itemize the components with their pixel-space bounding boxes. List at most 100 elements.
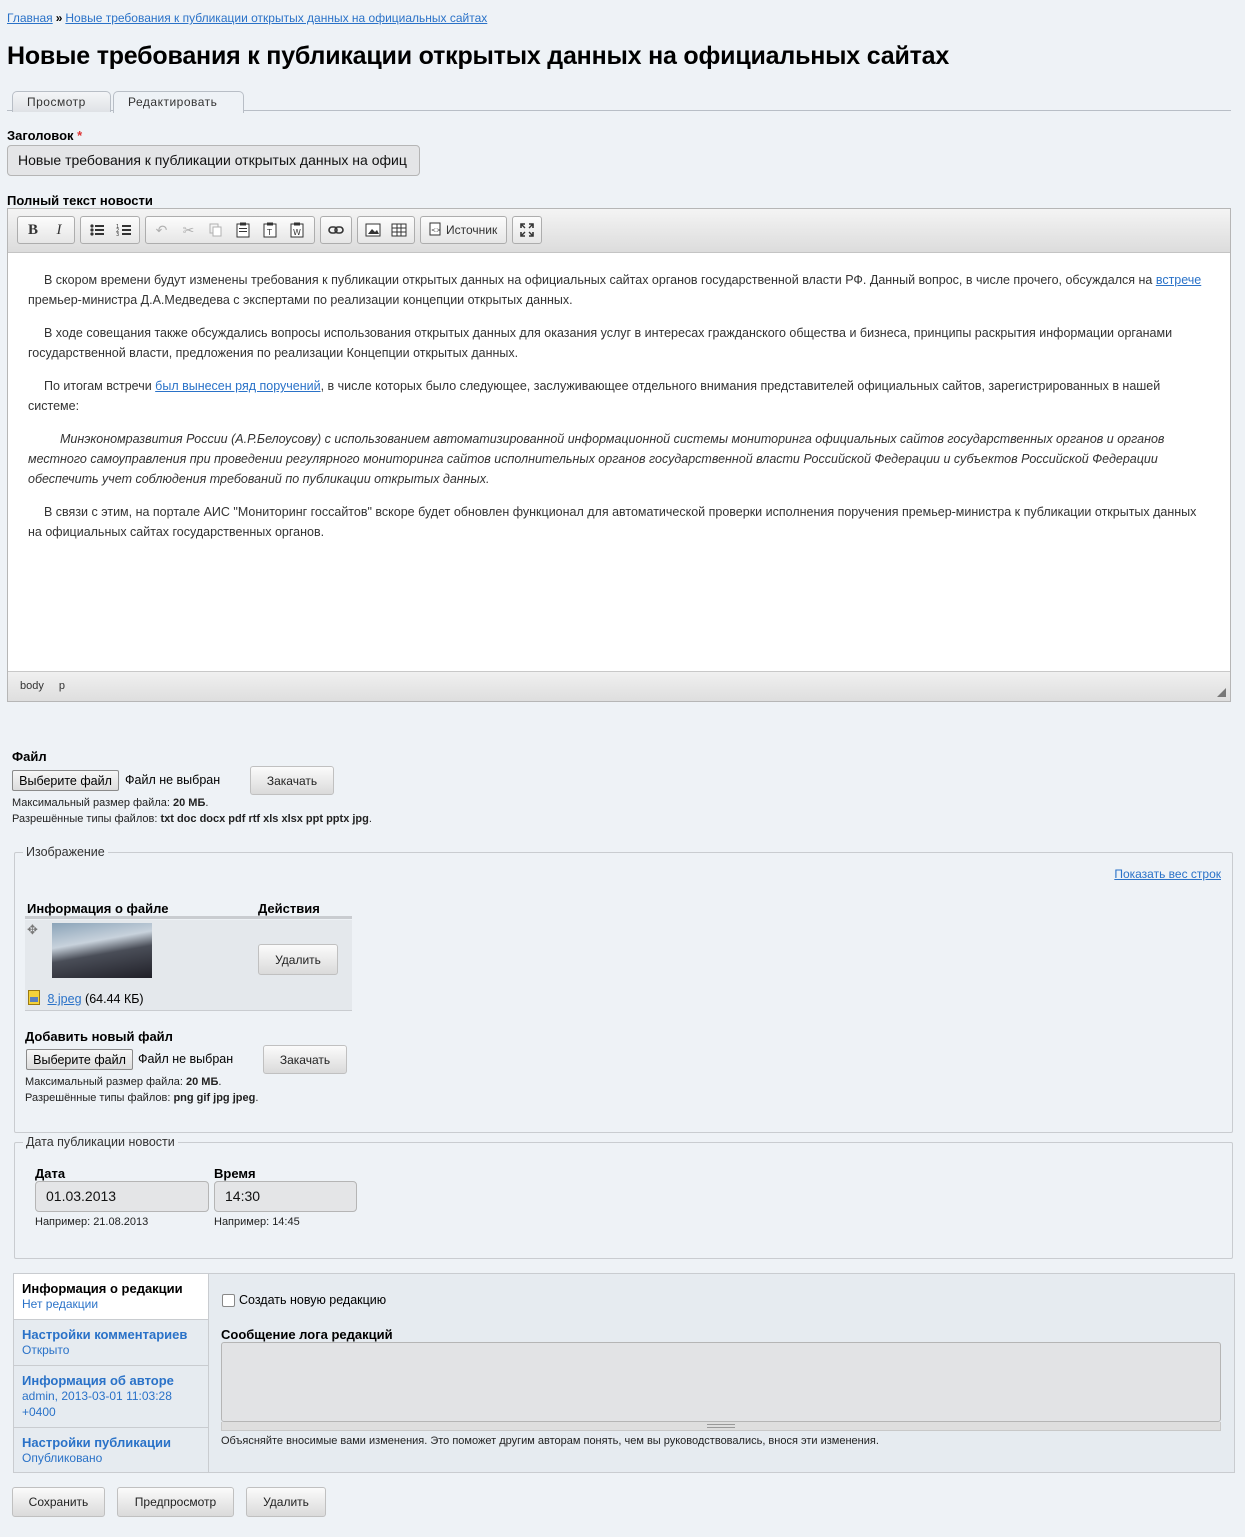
date-hint: Например: 21.08.2013 — [35, 1216, 149, 1228]
upload-image-button[interactable]: Закачать — [263, 1045, 347, 1074]
bold-button[interactable]: B — [20, 218, 46, 242]
tab-view[interactable]: Просмотр — [12, 91, 111, 112]
tab-edit[interactable]: Редактировать — [113, 91, 244, 113]
drag-handle-icon[interactable]: ✥ — [27, 922, 38, 938]
save-button[interactable]: Сохранить — [12, 1487, 105, 1517]
vtab-publishing-options[interactable]: Настройки публикации Опубликовано — [14, 1428, 208, 1473]
italic-button[interactable]: I — [46, 218, 72, 242]
copy-icon[interactable] — [202, 218, 229, 242]
new-revision-checkbox[interactable] — [222, 1293, 235, 1307]
image-table-header: Информация о файле Действия — [25, 901, 352, 919]
max-size-value: 20 МБ — [185, 1076, 219, 1088]
maximize-group — [512, 216, 542, 244]
vertical-tab-list: Информация о редакции Нет редакции Настр… — [14, 1274, 209, 1473]
col-file-info: Информация о файле — [27, 901, 169, 916]
add-new-file-label: Добавить новый файл — [25, 1029, 173, 1044]
paste-word-icon[interactable]: W — [283, 218, 310, 242]
title-input[interactable]: Новые требования к публикации открытых д… — [7, 145, 420, 176]
paste-icon[interactable] — [229, 218, 256, 242]
time-hint: Например: 14:45 — [214, 1216, 300, 1228]
paragraph: В ходе совещания также обсуждались вопро… — [28, 326, 1173, 360]
date-input[interactable]: 01.03.2013 — [35, 1181, 209, 1212]
source-button[interactable]: <> Источник — [423, 222, 503, 239]
table-row: ✥ Удалить 8.jpeg (64.44 КБ) — [25, 920, 352, 1011]
title-field-label: Заголовок * — [7, 128, 82, 143]
choose-file-button[interactable]: Выберите файл — [12, 770, 119, 791]
editor-status-bar: body p — [8, 671, 1230, 701]
vtab-author-info[interactable]: Информация об авторе admin, 2013-03-01 1… — [14, 1366, 208, 1428]
image-file-link[interactable]: 8.jpeg — [47, 992, 81, 1006]
svg-text:3: 3 — [116, 232, 119, 237]
editor-content[interactable]: В скором времени будут изменены требован… — [8, 254, 1230, 672]
source-icon: <> — [429, 222, 441, 239]
paragraph-text: премьер-министра Д.А.Медведева с эксперт… — [28, 293, 573, 307]
image-legend: Изображение — [23, 845, 108, 859]
svg-text:<>: <> — [431, 227, 441, 234]
meeting-link[interactable]: встрече — [1156, 273, 1201, 287]
element-path-p[interactable]: p — [59, 680, 65, 692]
types-label: Разрешённые типы файлов: — [12, 813, 158, 825]
new-revision-row: Создать новую редакцию — [222, 1293, 386, 1307]
svg-text:W: W — [293, 228, 301, 237]
page-title: Новые требования к публикации открытых д… — [7, 42, 950, 70]
show-row-weights-link[interactable]: Показать вес строк — [1114, 867, 1221, 881]
choose-image-button[interactable]: Выберите файл — [26, 1049, 133, 1070]
vtab-comment-settings[interactable]: Настройки комментариев Открыто — [14, 1320, 208, 1366]
delete-button[interactable]: Удалить — [246, 1487, 326, 1517]
no-image-text: Файл не выбран — [138, 1052, 234, 1066]
editor-toolbar: B I 123 ↶ ✂ T W <> Источник — [8, 209, 1230, 253]
cut-icon[interactable]: ✂ — [175, 218, 202, 242]
file-max-size: Максимальный размер файла: 20 МБ. — [12, 797, 209, 809]
image-allowed-types: Разрешённые типы файлов: png gif jpg jpe… — [25, 1092, 259, 1104]
bulleted-list-icon[interactable] — [83, 218, 110, 242]
paragraph: По итогам встречи был вынесен ряд поруче… — [28, 376, 1210, 416]
max-size-label: Максимальный размер файла: — [12, 797, 170, 809]
time-input[interactable]: 14:30 — [214, 1181, 357, 1212]
vtab-summary: admin, 2013-03-01 11:03:28 +0400 — [22, 1389, 172, 1419]
undo-icon[interactable]: ↶ — [148, 218, 175, 242]
resize-handle[interactable] — [1217, 688, 1226, 697]
paragraph-text: В скором времени будут изменены требован… — [44, 273, 1156, 287]
types-value: png gif jpg jpeg — [173, 1092, 256, 1104]
table-icon[interactable] — [386, 218, 412, 242]
insert-group — [357, 216, 415, 244]
vtab-revision-info[interactable]: Информация о редакции Нет редакции — [14, 1274, 208, 1320]
link-icon[interactable] — [323, 218, 349, 242]
list-group: 123 — [80, 216, 140, 244]
image-max-size: Максимальный размер файла: 20 МБ. — [25, 1076, 222, 1088]
vtab-summary: Открыто — [22, 1343, 70, 1357]
numbered-list-icon[interactable]: 123 — [110, 218, 137, 242]
image-thumbnail — [52, 923, 152, 978]
upload-file-button[interactable]: Закачать — [250, 766, 334, 795]
log-message-label: Сообщение лога редакций — [221, 1327, 393, 1342]
image-icon[interactable] — [360, 218, 386, 242]
instructions-link[interactable]: был вынесен ряд поручений — [155, 379, 320, 393]
body-field-label: Полный текст новости — [7, 193, 153, 208]
primary-tabs: Просмотр Редактировать — [7, 90, 1231, 113]
clipboard-group: ↶ ✂ T W — [145, 216, 315, 244]
col-actions: Действия — [258, 901, 320, 916]
maximize-icon[interactable] — [515, 218, 539, 242]
element-path-body[interactable]: body — [20, 680, 44, 692]
quote-paragraph: Минэкономразвития России (А.Р.Белоусову)… — [28, 432, 1165, 486]
file-field-label: Файл — [12, 749, 47, 764]
textarea-grippie[interactable] — [221, 1422, 1221, 1431]
file-allowed-types: Разрешённые типы файлов: txt doc docx pd… — [12, 813, 372, 825]
source-label: Источник — [446, 223, 498, 237]
types-value: txt doc docx pdf rtf xls xlsx ppt pptx j… — [160, 813, 369, 825]
paragraph: В связи с этим, на портале АИС "Монитори… — [28, 505, 1197, 539]
breadcrumb-home-link[interactable]: Главная — [7, 11, 53, 25]
required-mark: * — [77, 128, 83, 143]
breadcrumb-current-link[interactable]: Новые требования к публикации открытых д… — [65, 11, 487, 25]
vtab-title: Информация об авторе — [22, 1373, 174, 1388]
delete-image-button[interactable]: Удалить — [258, 944, 338, 975]
log-message-textarea[interactable] — [221, 1342, 1221, 1422]
link-group — [320, 216, 352, 244]
image-fieldset: Изображение Показать вес строк Информаци… — [14, 845, 1233, 1133]
file-link-line: 8.jpeg (64.44 КБ) — [28, 990, 144, 1008]
publish-date-legend: Дата публикации новости — [23, 1135, 178, 1149]
paste-text-icon[interactable]: T — [256, 218, 283, 242]
max-size-label: Максимальный размер файла: — [25, 1076, 183, 1088]
preview-button[interactable]: Предпросмотр — [117, 1487, 234, 1517]
time-label: Время — [214, 1166, 256, 1181]
